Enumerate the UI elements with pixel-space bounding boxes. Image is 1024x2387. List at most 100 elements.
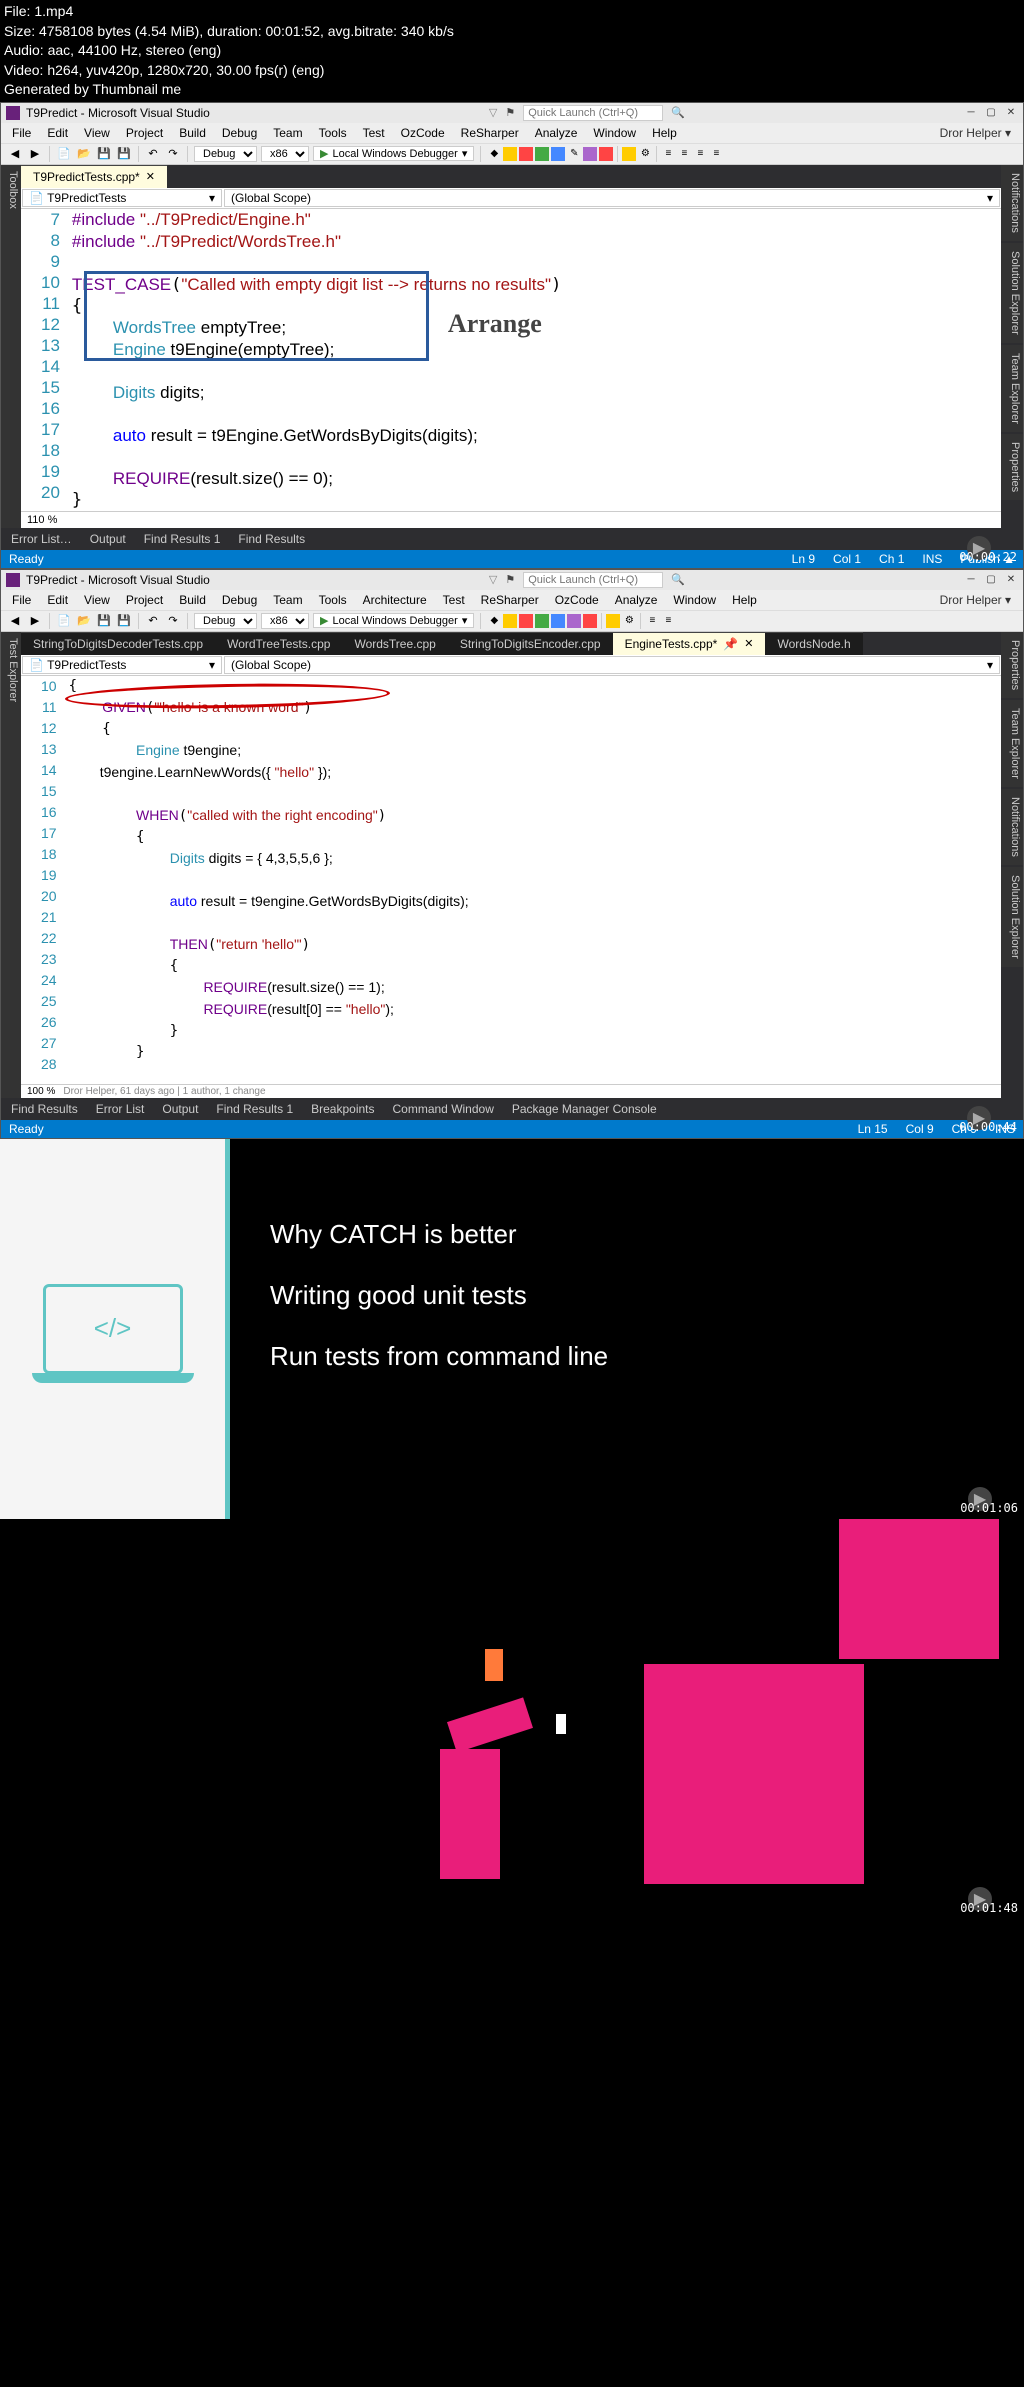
tab-t9predicttests[interactable]: T9PredictTests.cpp* ✕ xyxy=(21,165,167,188)
scope-left[interactable]: 📄 T9PredictTests▾ xyxy=(22,189,222,207)
menu-view[interactable]: View xyxy=(77,591,117,609)
flag-icon[interactable]: ⚑ xyxy=(505,106,515,119)
flag-icon[interactable]: ⚑ xyxy=(505,573,515,586)
scope-right[interactable]: (Global Scope)▾ xyxy=(224,189,1000,207)
menu-team[interactable]: Team xyxy=(266,124,309,142)
test-explorer-rail[interactable]: Test Explorer xyxy=(1,632,21,1098)
filter-icon[interactable]: ▽ xyxy=(489,573,497,586)
undo-button[interactable]: ↶ xyxy=(145,146,161,162)
menu-window[interactable]: Window xyxy=(666,591,723,609)
comment-icon[interactable]: ≡ xyxy=(693,147,707,161)
tool-icon-5[interactable] xyxy=(551,147,565,161)
undo-button[interactable]: ↶ xyxy=(145,613,161,629)
menu-tools[interactable]: Tools xyxy=(312,124,354,142)
outdent-icon[interactable]: ≡ xyxy=(677,147,691,161)
team-explorer-tab[interactable]: Team Explorer xyxy=(1001,700,1023,787)
minimize-button[interactable]: ─ xyxy=(964,106,978,120)
tool-icon-4[interactable] xyxy=(535,147,549,161)
menu-help[interactable]: Help xyxy=(725,591,764,609)
tool-icon-stop[interactable] xyxy=(599,147,613,161)
tool-icon-9[interactable]: ⚙ xyxy=(638,147,652,161)
code-editor[interactable]: 7891011121314151617181920 #include "../T… xyxy=(21,209,1001,511)
output-tab[interactable]: Output xyxy=(82,530,134,548)
start-debugger-button[interactable]: ▶Local Windows Debugger ▾ xyxy=(313,613,474,628)
tool-icon-1[interactable]: ◆ xyxy=(487,147,501,161)
notifications-tab[interactable]: Notifications xyxy=(1001,165,1023,241)
menu-project[interactable]: Project xyxy=(119,124,170,142)
nav-fwd-button[interactable]: ▶ xyxy=(27,146,43,162)
close-icon[interactable]: ✕ xyxy=(744,637,753,650)
error-list-tab[interactable]: Error List… xyxy=(3,530,80,548)
filter-icon[interactable]: ▽ xyxy=(489,106,497,119)
command-window-tab[interactable]: Command Window xyxy=(385,1100,502,1118)
solution-explorer-tab[interactable]: Solution Explorer xyxy=(1001,867,1023,967)
open-button[interactable]: 📂 xyxy=(76,146,92,162)
notifications-tab[interactable]: Notifications xyxy=(1001,789,1023,865)
close-button[interactable]: ✕ xyxy=(1004,573,1018,587)
menu-debug[interactable]: Debug xyxy=(215,124,264,142)
tool-icon-1[interactable]: ◆ xyxy=(487,614,501,628)
save-button[interactable]: 💾 xyxy=(96,613,112,629)
tab-wordtreetests[interactable]: WordTreeTests.cpp xyxy=(215,632,342,655)
scope-right[interactable]: (Global Scope)▾ xyxy=(224,656,1000,674)
tool-icon-8[interactable]: ⚙ xyxy=(622,614,636,628)
menu-window[interactable]: Window xyxy=(586,124,643,142)
menu-resharper[interactable]: ReSharper xyxy=(454,124,526,142)
menu-debug[interactable]: Debug xyxy=(215,591,264,609)
redo-button[interactable]: ↷ xyxy=(165,146,181,162)
menu-team[interactable]: Team xyxy=(266,591,309,609)
user-name[interactable]: Dror Helper ▾ xyxy=(932,124,1019,142)
platform-combo[interactable]: x86 xyxy=(261,146,309,162)
nav-back-button[interactable]: ◀ xyxy=(7,613,23,629)
menu-edit[interactable]: Edit xyxy=(40,124,75,142)
find-results-tab[interactable]: Find Results xyxy=(3,1100,86,1118)
properties-tab[interactable]: Properties xyxy=(1001,632,1023,698)
tab-enginetests[interactable]: EngineTests.cpp*📌✕ xyxy=(613,632,766,655)
tool-icon-6[interactable] xyxy=(567,614,581,628)
menu-architecture[interactable]: Architecture xyxy=(356,591,434,609)
menu-test[interactable]: Test xyxy=(436,591,472,609)
solution-explorer-tab[interactable]: Solution Explorer xyxy=(1001,243,1023,343)
tool-icon-7[interactable] xyxy=(583,147,597,161)
nav-back-button[interactable]: ◀ xyxy=(7,146,23,162)
outdent-icon[interactable]: ≡ xyxy=(661,614,675,628)
error-list-tab[interactable]: Error List xyxy=(88,1100,153,1118)
menu-test[interactable]: Test xyxy=(356,124,392,142)
indent-icon[interactable]: ≡ xyxy=(661,147,675,161)
menu-build[interactable]: Build xyxy=(172,124,213,142)
user-name[interactable]: Dror Helper ▾ xyxy=(932,591,1019,609)
menu-analyze[interactable]: Analyze xyxy=(528,124,585,142)
code-content[interactable]: #include "../T9Predict/Engine.h" #includ… xyxy=(68,209,1001,511)
tool-icon-2[interactable] xyxy=(503,614,517,628)
tool-icon-2[interactable] xyxy=(503,147,517,161)
menu-view[interactable]: View xyxy=(77,124,117,142)
find-results-1-tab[interactable]: Find Results 1 xyxy=(208,1100,301,1118)
platform-combo[interactable]: x86 xyxy=(261,613,309,629)
team-explorer-tab[interactable]: Team Explorer xyxy=(1001,345,1023,432)
close-icon[interactable]: ✕ xyxy=(146,170,155,183)
maximize-button[interactable]: ▢ xyxy=(984,106,998,120)
tool-icon-7[interactable] xyxy=(606,614,620,628)
new-item-button[interactable]: 📄 xyxy=(56,613,72,629)
menu-build[interactable]: Build xyxy=(172,591,213,609)
tool-icon-8[interactable] xyxy=(622,147,636,161)
config-combo[interactable]: Debug xyxy=(194,146,257,162)
menu-help[interactable]: Help xyxy=(645,124,684,142)
toolbox-rail[interactable]: Toolbox xyxy=(1,165,21,528)
quick-launch-input[interactable] xyxy=(523,105,663,121)
menu-ozcode[interactable]: OzCode xyxy=(394,124,452,142)
save-all-button[interactable]: 💾 xyxy=(116,613,132,629)
tool-icon-4[interactable] xyxy=(535,614,549,628)
save-button[interactable]: 💾 xyxy=(96,146,112,162)
search-icon[interactable]: 🔍 xyxy=(671,106,685,119)
menu-project[interactable]: Project xyxy=(119,591,170,609)
redo-button[interactable]: ↷ xyxy=(165,613,181,629)
zoom-level[interactable]: 100 % xyxy=(27,1086,55,1097)
tool-icon-3[interactable] xyxy=(519,614,533,628)
uncomment-icon[interactable]: ≡ xyxy=(709,147,723,161)
maximize-button[interactable]: ▢ xyxy=(984,573,998,587)
start-debugger-button[interactable]: ▶Local Windows Debugger ▾ xyxy=(313,146,474,161)
menu-ozcode[interactable]: OzCode xyxy=(548,591,606,609)
zoom-level[interactable]: 110 % xyxy=(21,511,1001,528)
tab-stringtodigitsdecoder[interactable]: StringToDigitsDecoderTests.cpp xyxy=(21,632,215,655)
